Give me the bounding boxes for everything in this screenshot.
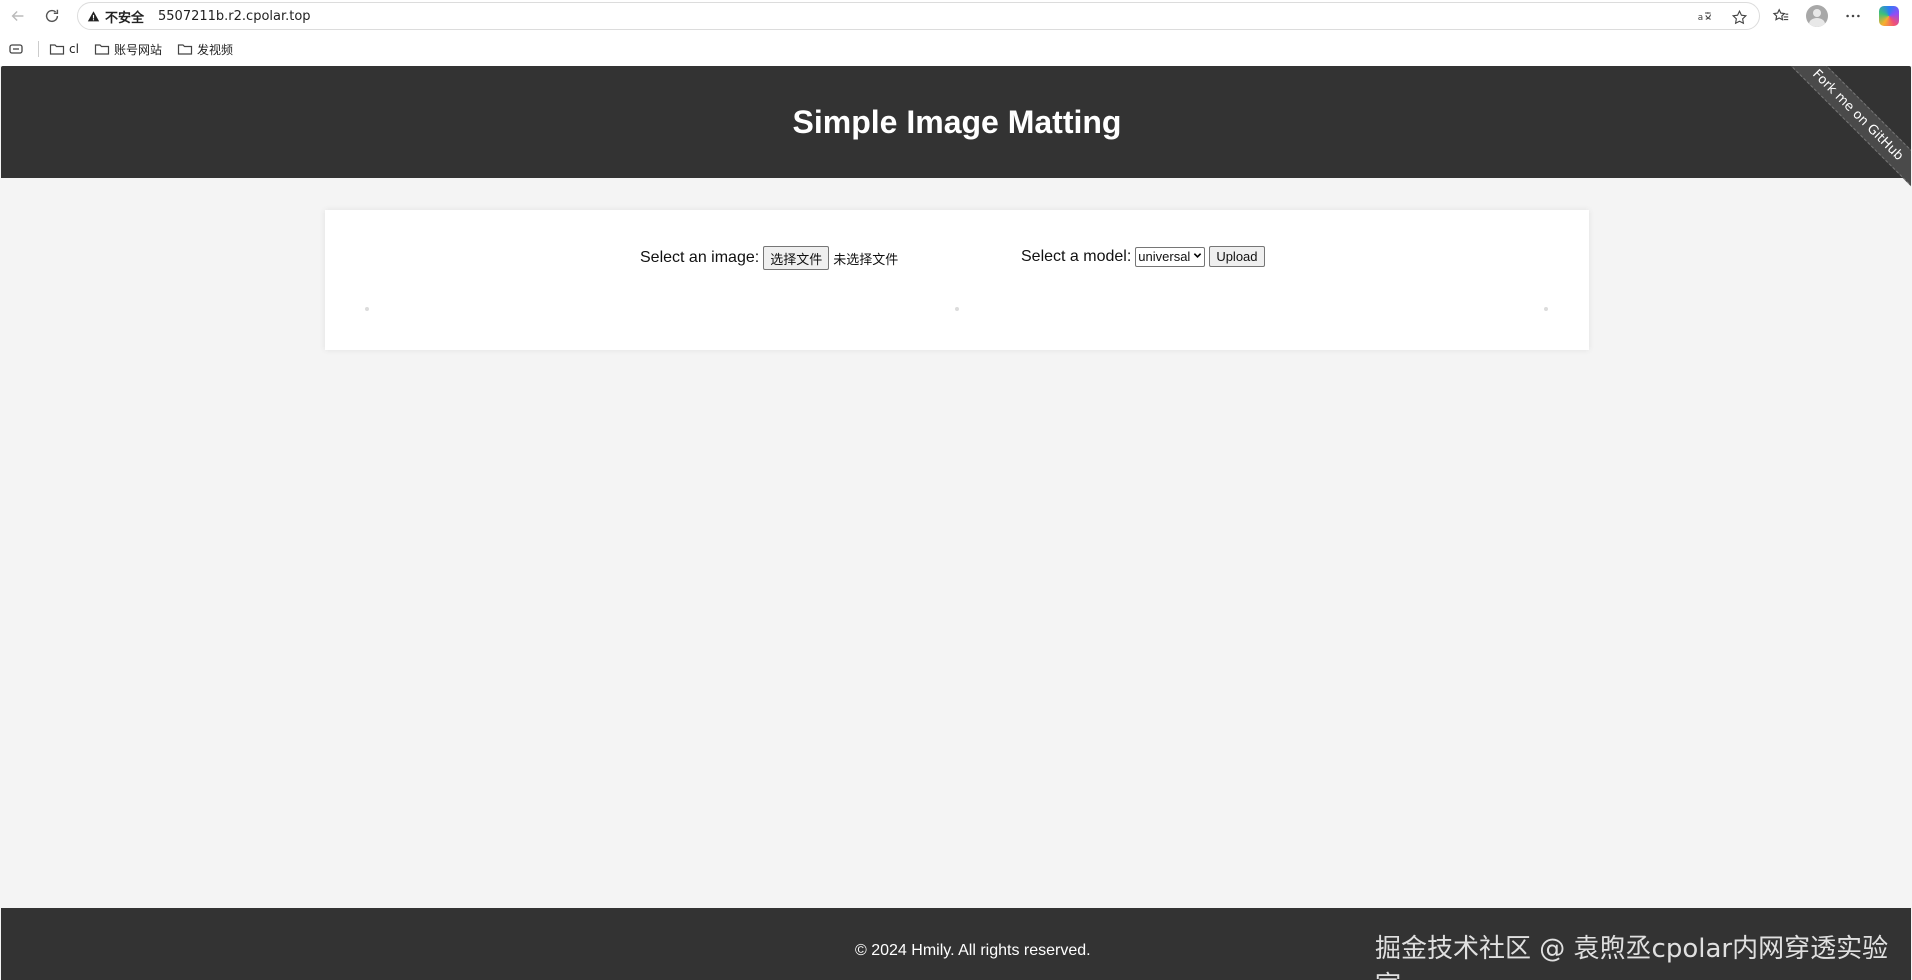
more-menu-icon[interactable] xyxy=(1838,1,1868,31)
site-header: Simple Image Matting Fork me on GitHub xyxy=(1,66,1911,199)
bookmarks-bar: cl 账号网站 发视频 xyxy=(0,32,1912,66)
chevron-down-icon xyxy=(1193,251,1202,262)
github-fork-ribbon[interactable]: Fork me on GitHub xyxy=(1774,66,1911,199)
model-selected-value: universal xyxy=(1138,249,1191,264)
result-image-preview xyxy=(955,307,959,311)
back-arrow-icon[interactable] xyxy=(2,0,34,32)
bookmark-label: cl xyxy=(69,42,79,56)
model-select-group: Select a model: universal Upload xyxy=(1021,246,1265,267)
bookmark-folder-videos[interactable]: 发视频 xyxy=(177,41,233,58)
svg-text:a: a xyxy=(1698,13,1703,23)
browser-toolbar: 不安全 5507211b.r2.cpolar.top a xyxy=(0,0,1912,32)
choose-file-button[interactable]: 选择文件 xyxy=(763,246,830,270)
model-select-label: Select a model: xyxy=(1021,247,1132,265)
copilot-icon[interactable] xyxy=(1874,1,1904,31)
bookmarks-divider xyxy=(38,41,39,57)
image-select-group: Select an image: 选择文件 未选择文件 xyxy=(640,246,898,270)
github-ribbon-container: Fork me on GitHub xyxy=(1762,66,1911,215)
bookmark-label: 账号网站 xyxy=(113,42,162,57)
upload-card: Select an image: 选择文件 未选择文件 Select a mod… xyxy=(325,210,1589,350)
mask-image-preview xyxy=(1544,307,1548,311)
url-text[interactable]: 5507211b.r2.cpolar.top xyxy=(158,9,311,24)
read-aloud-icon[interactable]: a xyxy=(1695,7,1715,27)
folder-icon xyxy=(94,44,110,55)
security-label[interactable]: 不安全 xyxy=(105,7,144,26)
warning-icon xyxy=(87,9,101,23)
page-title: Simple Image Matting xyxy=(792,103,1122,140)
upload-button[interactable]: Upload xyxy=(1209,246,1265,267)
favorite-star-icon[interactable] xyxy=(1729,7,1749,27)
folder-icon xyxy=(177,44,193,55)
bookmark-folder-accounts[interactable]: 账号网站 xyxy=(94,41,162,58)
favorites-icon[interactable] xyxy=(1766,1,1796,31)
site-footer: © 2024 Hmily. All rights reserved. 掘金技术社… xyxy=(1,908,1911,980)
image-select-label: Select an image: xyxy=(640,249,760,266)
bookmark-folder-cl[interactable]: cl xyxy=(49,41,79,57)
copyright-text: © 2024 Hmily. All rights reserved. xyxy=(855,942,1091,959)
original-image-preview xyxy=(365,307,369,311)
page-viewport: Simple Image Matting Fork me on GitHub S… xyxy=(0,66,1912,980)
model-select[interactable]: universal xyxy=(1135,246,1206,267)
file-status-text: 未选择文件 xyxy=(833,252,899,268)
address-bar[interactable]: 不安全 5507211b.r2.cpolar.top a xyxy=(77,2,1760,30)
sidebar-toggle-icon[interactable] xyxy=(8,41,24,57)
profile-avatar-icon[interactable] xyxy=(1802,1,1832,31)
bookmark-label: 发视频 xyxy=(196,42,233,57)
watermark-text: 掘金技术社区 @ 袁煦丞cpolar内网穿透实验室 xyxy=(1375,934,1889,980)
refresh-icon[interactable] xyxy=(36,0,68,32)
folder-icon xyxy=(49,44,65,55)
